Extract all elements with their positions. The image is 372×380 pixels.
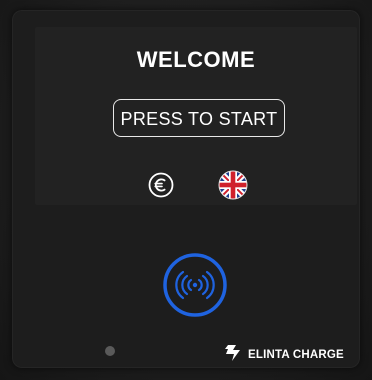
brand-logo: ELINTA CHARGE [222,344,344,367]
press-to-start-button[interactable]: PRESS TO START [113,99,285,137]
contactless-icon[interactable] [162,252,228,318]
display-screen: WELCOME PRESS TO START [35,27,357,205]
brand-name: ELINTA CHARGE [248,349,344,361]
welcome-title: WELCOME [136,47,256,72]
charger-device: WELCOME PRESS TO START ELINTA CHARGE [0,0,372,380]
euro-icon[interactable] [148,172,174,198]
status-led [105,346,115,356]
uk-flag-icon[interactable] [218,170,248,200]
elinta-logo-icon [222,344,242,367]
